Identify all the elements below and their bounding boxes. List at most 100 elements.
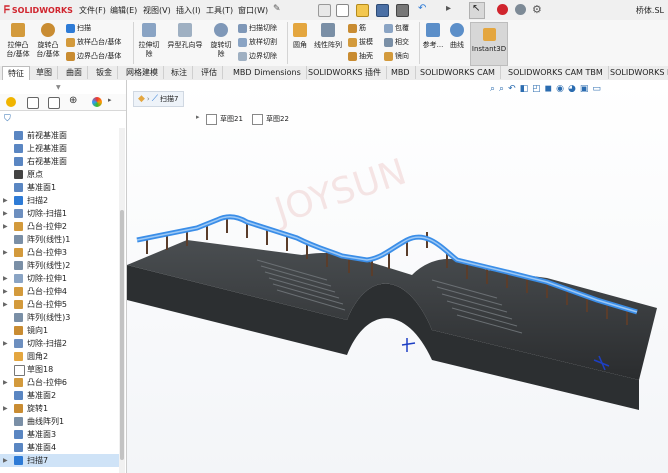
tree-item[interactable]: ▶ 切除-扫描2 bbox=[0, 337, 124, 350]
property-manager-tab-icon[interactable] bbox=[27, 97, 39, 109]
fillet-button[interactable]: 圆角 bbox=[290, 23, 310, 50]
expand-arrow-icon[interactable]: ▶ bbox=[3, 194, 8, 207]
tree-item[interactable]: 圆角2 bbox=[0, 350, 124, 363]
new-document-icon[interactable] bbox=[336, 4, 349, 17]
shell-button[interactable]: 抽壳 bbox=[348, 52, 373, 61]
rebuild-icon[interactable] bbox=[497, 4, 508, 15]
tab-solidworks-addins[interactable]: SOLIDWORKS 插件 bbox=[303, 66, 387, 79]
menu-tools[interactable]: 工具(T) bbox=[206, 5, 233, 16]
expand-arrow-icon[interactable]: ▶ bbox=[3, 246, 8, 259]
tree-item[interactable]: ▶ 凸台-拉伸6 bbox=[0, 376, 124, 389]
appearance-icon[interactable]: ◕ bbox=[568, 84, 576, 94]
sweep-icon[interactable]: ⟋ bbox=[152, 94, 158, 104]
curves-button[interactable]: 曲线 bbox=[446, 23, 468, 50]
menu-insert[interactable]: 插入(I) bbox=[176, 5, 201, 16]
gear-icon[interactable]: ⚙ bbox=[532, 3, 542, 16]
mirror-button[interactable]: 镜向 bbox=[384, 52, 409, 61]
sweep-button[interactable]: 扫描 bbox=[66, 24, 91, 33]
boss-extrude-button[interactable]: 拉伸凸台/基体 bbox=[3, 23, 33, 59]
expand-arrow-icon[interactable]: ▶ bbox=[3, 402, 8, 415]
extrude-cut-button[interactable]: 拉伸切除 bbox=[136, 23, 162, 59]
part-icon[interactable]: ◆ bbox=[138, 94, 145, 104]
configuration-manager-tab-icon[interactable] bbox=[48, 97, 60, 109]
menu-edit[interactable]: 编辑(E) bbox=[110, 5, 137, 16]
expand-arrow-icon[interactable]: ▶ bbox=[3, 337, 8, 350]
draft-button[interactable]: 拔模 bbox=[348, 38, 373, 47]
tab-mbd-dimensions[interactable]: MBD Dimensions bbox=[228, 66, 307, 79]
display-manager-tab-icon[interactable] bbox=[92, 97, 102, 107]
zoom-fit-icon[interactable]: ⌕ bbox=[490, 84, 495, 94]
section-view-icon[interactable]: ◧ bbox=[520, 84, 529, 94]
tree-item[interactable]: 基准面1 bbox=[0, 181, 124, 194]
tree-item[interactable]: ▶ 扫描7 bbox=[0, 454, 124, 467]
filter-icon[interactable]: ⛉ bbox=[4, 114, 11, 124]
tab-evaluate[interactable]: 评估 bbox=[196, 66, 223, 79]
tree-item[interactable]: ▶ 凸台-拉伸4 bbox=[0, 285, 124, 298]
tree-item[interactable]: 右视基准面 bbox=[0, 155, 124, 168]
home-icon[interactable] bbox=[318, 4, 331, 17]
tree-scrollbar-thumb[interactable] bbox=[120, 210, 124, 460]
tree-item[interactable]: ▶ 扫描2 bbox=[0, 194, 124, 207]
tab-solidworks-cam-tbm[interactable]: SOLIDWORKS CAM TBM bbox=[503, 66, 609, 79]
hole-wizard-button[interactable]: 异型孔向导 bbox=[164, 23, 206, 50]
tab-surfaces[interactable]: 曲面 bbox=[61, 66, 88, 79]
tree-item[interactable]: ▶ 凸台-拉伸2 bbox=[0, 220, 124, 233]
pointer-icon[interactable]: ▸ bbox=[446, 3, 451, 14]
menu-view[interactable]: 视图(V) bbox=[143, 5, 171, 16]
tree-item[interactable]: 阵列(线性)2 bbox=[0, 259, 124, 272]
tree-item[interactable]: 前视基准面 bbox=[0, 129, 124, 142]
tree-item[interactable]: 基准面4 bbox=[0, 441, 124, 454]
dimxpert-tab-icon[interactable]: ⊕ bbox=[69, 95, 77, 106]
reference-geometry-button[interactable]: 参考... bbox=[421, 23, 445, 50]
tree-item[interactable]: 曲线阵列1 bbox=[0, 415, 124, 428]
display-style-icon[interactable]: ◼ bbox=[545, 84, 552, 94]
wrap-button[interactable]: 包覆 bbox=[384, 24, 409, 33]
boundary-cut-button[interactable]: 边界切除 bbox=[238, 52, 277, 61]
tab-features[interactable]: 特征 bbox=[2, 66, 30, 80]
undo-icon[interactable]: ↶ bbox=[418, 3, 426, 14]
tab-annotation[interactable]: 标注 bbox=[166, 66, 193, 79]
tree-item[interactable]: 基准面2 bbox=[0, 389, 124, 402]
panel-collapse-handle[interactable]: ▼ bbox=[56, 84, 61, 91]
tree-item[interactable]: ▶ 切除-扫描1 bbox=[0, 207, 124, 220]
rib-button[interactable]: 筋 bbox=[348, 24, 366, 33]
lofted-cut-button[interactable]: 放样切割 bbox=[238, 38, 277, 47]
linear-pattern-button[interactable]: 线性阵列 bbox=[311, 23, 345, 50]
expand-arrow-icon[interactable]: ▶ bbox=[3, 220, 8, 233]
view-orientation-icon[interactable]: ◰ bbox=[532, 84, 541, 94]
tree-item[interactable]: ▶ 切除-拉伸1 bbox=[0, 272, 124, 285]
tab-sketch[interactable]: 草图 bbox=[31, 66, 58, 79]
pin-icon[interactable]: ✎ bbox=[273, 4, 281, 14]
scene-icon[interactable]: ▣ bbox=[580, 84, 589, 94]
tree-item[interactable]: 阵列(线性)3 bbox=[0, 311, 124, 324]
expand-arrow-icon[interactable]: ▶ bbox=[3, 207, 8, 220]
intersect-button[interactable]: 相交 bbox=[384, 38, 409, 47]
tree-item[interactable]: 上视基准面 bbox=[0, 142, 124, 155]
tab-solidworks-inspection[interactable]: SOLIDWORKS In bbox=[605, 66, 668, 79]
boundary-boss-button[interactable]: 边界凸台/基体 bbox=[66, 52, 121, 61]
expand-arrow-icon[interactable]: ▶ bbox=[3, 272, 8, 285]
popup-sketch21[interactable]: 草图21 bbox=[206, 113, 243, 125]
boss-revolve-button[interactable]: 旋转凸台/基体 bbox=[33, 23, 63, 59]
monitor-icon[interactable]: ▭ bbox=[592, 84, 601, 94]
swept-cut-button[interactable]: 扫描切除 bbox=[238, 24, 277, 33]
panel-more-icon[interactable]: ▸ bbox=[108, 96, 112, 104]
breadcrumb-current[interactable]: 扫描7 bbox=[160, 94, 178, 104]
loft-boss-button[interactable]: 放样凸台/基体 bbox=[66, 38, 121, 47]
graphics-area[interactable]: JOYSUN bbox=[127, 80, 668, 473]
tab-mesh-modeling[interactable]: 网格建模 bbox=[121, 66, 164, 79]
tree-item[interactable]: ▶ 凸台-拉伸5 bbox=[0, 298, 124, 311]
tree-item[interactable]: 阵列(线性)1 bbox=[0, 233, 124, 246]
popup-sketch22[interactable]: 草图22 bbox=[252, 113, 289, 125]
tab-mbd[interactable]: MBD bbox=[386, 66, 416, 79]
instant3d-button[interactable]: Instant3D bbox=[470, 22, 508, 66]
print-icon[interactable] bbox=[396, 4, 409, 17]
tree-item[interactable]: ▶ 凸台-拉伸3 bbox=[0, 246, 124, 259]
file-properties-icon[interactable] bbox=[515, 4, 526, 15]
tree-item[interactable]: 草图18 bbox=[0, 363, 124, 376]
revolve-cut-button[interactable]: 旋转切除 bbox=[208, 23, 234, 59]
tab-solidworks-cam[interactable]: SOLIDWORKS CAM bbox=[415, 66, 501, 79]
tree-item[interactable]: 镜向1 bbox=[0, 324, 124, 337]
expand-arrow-icon[interactable]: ▶ bbox=[3, 298, 8, 311]
hide-show-icon[interactable]: ◉ bbox=[556, 84, 564, 94]
